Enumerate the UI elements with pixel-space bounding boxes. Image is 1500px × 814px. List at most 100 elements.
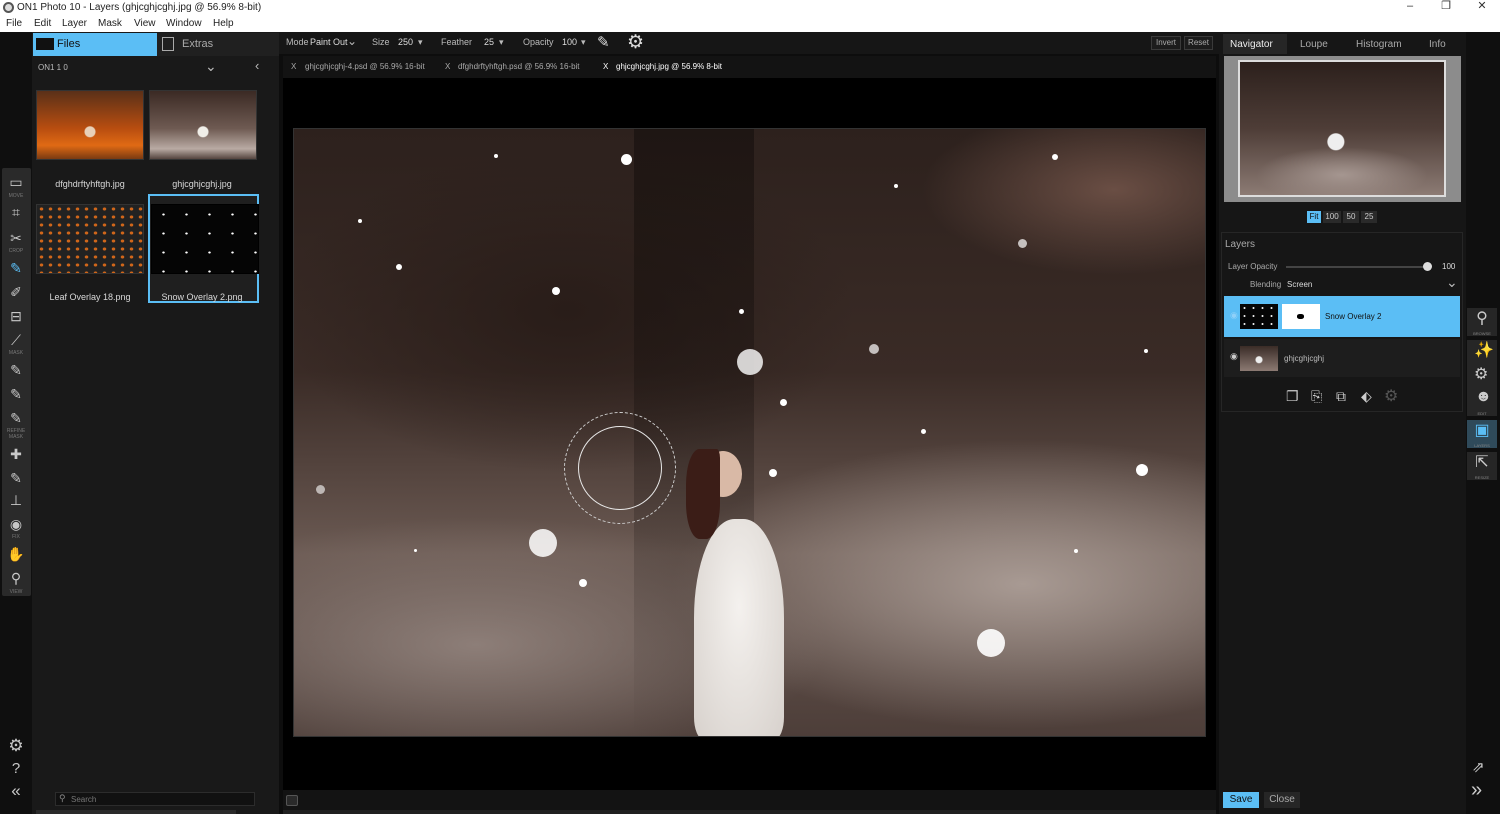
- tab-info[interactable]: Info: [1429, 39, 1446, 50]
- collapse-left-icon[interactable]: «: [5, 781, 27, 801]
- tab-close-icon[interactable]: X: [603, 62, 608, 71]
- zoom-fit-button[interactable]: Fit: [1307, 211, 1321, 223]
- thumbnail-image[interactable]: [151, 204, 259, 274]
- red-eye-icon[interactable]: ◉: [5, 514, 27, 534]
- help-icon[interactable]: ?: [5, 759, 27, 779]
- close-window-button[interactable]: ✕: [1464, 0, 1500, 14]
- refine-brush-icon[interactable]: ✎: [5, 360, 27, 380]
- fill-icon[interactable]: ⬖: [1361, 388, 1372, 405]
- tab-close-icon[interactable]: X: [445, 62, 450, 71]
- dropdown-arrow-icon[interactable]: ▾: [499, 37, 504, 48]
- resize-icon: ⇱: [1475, 454, 1489, 471]
- layers-module[interactable]: ▣ LAYERS: [1467, 420, 1497, 448]
- chevron-down-icon[interactable]: ⌄: [1446, 274, 1458, 291]
- eye-icon[interactable]: ◉: [1230, 310, 1238, 321]
- menu-bar: File Edit Layer Mask View Window Help: [0, 16, 1500, 32]
- chisel-icon[interactable]: ⟋: [5, 330, 27, 350]
- tool-label-mask: MASK: [8, 350, 24, 356]
- invert-button[interactable]: Invert: [1151, 36, 1181, 50]
- dropdown-arrow-icon[interactable]: ▾: [418, 37, 423, 48]
- navigator-preview[interactable]: [1238, 60, 1446, 197]
- dropdown-arrow-icon[interactable]: ▾: [581, 37, 586, 48]
- layer-row[interactable]: ◉ ghjcghjcghj: [1224, 339, 1460, 377]
- new-layer-icon[interactable]: ⎘: [1311, 388, 1322, 405]
- tab-navigator[interactable]: Navigator: [1230, 39, 1273, 50]
- subject-hair: [686, 449, 720, 539]
- restore-button[interactable]: ❐: [1428, 0, 1464, 14]
- size-value[interactable]: 250: [398, 37, 413, 47]
- canvas-scrollbar[interactable]: [283, 810, 1216, 814]
- zoom-50-button[interactable]: 50: [1343, 211, 1359, 223]
- scrollbar[interactable]: [36, 810, 236, 814]
- gear-icon[interactable]: ⚙: [5, 736, 27, 756]
- document-tab[interactable]: dfghdrftyhftgh.psd @ 56.9% 16-bit: [458, 62, 580, 71]
- tab-extras[interactable]: Extras: [157, 33, 279, 56]
- merge-layers-icon[interactable]: ⧉: [1336, 388, 1346, 405]
- close-button[interactable]: Close: [1264, 792, 1300, 808]
- chevron-down-icon[interactable]: ⌄: [205, 58, 217, 75]
- layer-opacity-slider[interactable]: [1286, 266, 1428, 268]
- document-tab-active[interactable]: ghjcghjcghj.jpg @ 56.9% 8-bit: [616, 62, 722, 71]
- save-button[interactable]: Save: [1223, 792, 1259, 808]
- chevron-left-icon[interactable]: ‹: [255, 58, 259, 73]
- refine-chisel-icon[interactable]: ✎: [5, 384, 27, 404]
- effects-module[interactable]: ✨ ⚙ ☻ EDIT: [1467, 340, 1497, 416]
- zoom-25-button[interactable]: 25: [1361, 211, 1377, 223]
- layer-name: Snow Overlay 2: [1325, 312, 1382, 321]
- retouch-icon[interactable]: ✚: [5, 444, 27, 464]
- clone-icon[interactable]: ✎: [5, 468, 27, 488]
- duplicate-layer-icon[interactable]: ❐: [1286, 388, 1299, 405]
- menu-layer[interactable]: Layer: [62, 18, 87, 29]
- cut-icon[interactable]: ✂: [5, 228, 27, 248]
- menu-help[interactable]: Help: [213, 18, 234, 29]
- search-input[interactable]: ⚲ Search: [55, 792, 255, 806]
- tab-files[interactable]: Files: [33, 33, 157, 56]
- tab-loupe[interactable]: Loupe: [1300, 39, 1328, 50]
- tab-close-icon[interactable]: X: [291, 62, 296, 71]
- thumbnail-image[interactable]: [149, 90, 257, 160]
- subject-dress: [694, 519, 784, 736]
- gradient-icon[interactable]: ⊟: [5, 306, 27, 326]
- menu-edit[interactable]: Edit: [34, 18, 51, 29]
- gear-icon[interactable]: ⚙: [1384, 386, 1398, 406]
- reset-button[interactable]: Reset: [1184, 36, 1213, 50]
- layer-opacity-knob[interactable]: [1423, 262, 1432, 271]
- preview-toggle-icon[interactable]: [286, 795, 298, 806]
- menu-window[interactable]: Window: [166, 18, 202, 29]
- export-icon[interactable]: ⇗: [1472, 758, 1485, 776]
- masking-bug-icon[interactable]: ✐: [5, 282, 27, 302]
- chevron-down-icon[interactable]: ⌄: [347, 34, 357, 48]
- resize-module[interactable]: ⇱ RESIZE: [1467, 452, 1497, 480]
- menu-file[interactable]: File: [6, 18, 22, 29]
- menu-view[interactable]: View: [134, 18, 156, 29]
- layers-icon: ▣: [1474, 422, 1490, 439]
- feather-label: Feather: [441, 37, 473, 47]
- crop-icon[interactable]: ⌗: [5, 202, 27, 222]
- move-icon[interactable]: ▭: [5, 172, 27, 192]
- expand-right-icon[interactable]: »: [1471, 779, 1482, 802]
- mode-select[interactable]: Paint Out: [310, 37, 348, 47]
- layer-row-selected[interactable]: ◉ Snow Overlay 2: [1224, 296, 1460, 337]
- hand-icon[interactable]: ✋: [5, 544, 27, 564]
- thumbnail-image[interactable]: [36, 90, 144, 160]
- blur-brush-icon[interactable]: ✎: [5, 408, 27, 428]
- tab-histogram[interactable]: Histogram: [1356, 39, 1402, 50]
- layer-opacity-value[interactable]: 100: [1442, 262, 1455, 271]
- zoom-icon[interactable]: ⚲: [5, 568, 27, 588]
- brush-icon[interactable]: ✎: [597, 33, 610, 51]
- gear-icon[interactable]: ⚙: [627, 31, 644, 54]
- masking-brush-icon[interactable]: ✎: [5, 258, 27, 278]
- minimize-button[interactable]: –: [1392, 0, 1428, 14]
- zoom-100-button[interactable]: 100: [1323, 211, 1341, 223]
- document-tab[interactable]: ghjcghjcghj-4.psd @ 56.9% 16-bit: [305, 62, 425, 71]
- blending-select[interactable]: Screen: [1287, 280, 1312, 289]
- browse-module[interactable]: ⚲ BROWSE: [1467, 308, 1497, 336]
- opacity-value[interactable]: 100: [562, 37, 577, 47]
- eye-icon[interactable]: ◉: [1230, 351, 1238, 362]
- thumbnail-image[interactable]: [36, 204, 144, 274]
- tool-label-move: MOVE: [8, 193, 24, 199]
- stamp-icon[interactable]: ⊥: [5, 490, 27, 510]
- menu-mask[interactable]: Mask: [98, 18, 122, 29]
- feather-value[interactable]: 25: [484, 37, 494, 47]
- photo-canvas[interactable]: [293, 128, 1206, 737]
